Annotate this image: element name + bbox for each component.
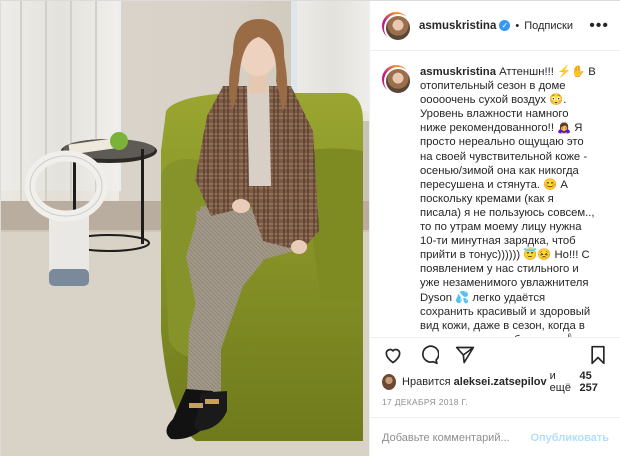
likes-middle: и ещё bbox=[549, 370, 571, 394]
verified-badge-icon: ✓ bbox=[499, 20, 511, 31]
post-header: asmuskristina ✓ • Подписки ••• bbox=[370, 1, 620, 51]
likes-summary: Нравится aleksei.zatsepilov и ещё 45 257 bbox=[370, 370, 620, 394]
caption-text: Аттеншн!!! ⚡✋ В отопительный сезон в дом… bbox=[420, 66, 596, 337]
photo-illustration bbox=[1, 1, 369, 456]
caption-avatar[interactable] bbox=[382, 65, 412, 95]
heart-icon[interactable] bbox=[382, 344, 404, 366]
post-details-panel: asmuskristina ✓ • Подписки ••• asmuskris… bbox=[369, 1, 620, 456]
publish-button[interactable]: Опубликовать bbox=[530, 432, 609, 444]
instagram-post: asmuskristina ✓ • Подписки ••• asmuskris… bbox=[0, 0, 620, 456]
likes-prefix: Нравится bbox=[402, 376, 451, 388]
following-button[interactable]: Подписки bbox=[524, 20, 573, 32]
likes-count[interactable]: 45 257 bbox=[579, 370, 609, 394]
liker-username[interactable]: aleksei.zatsepilov bbox=[454, 376, 547, 388]
caption-username[interactable]: asmuskristina bbox=[420, 66, 496, 78]
header-username[interactable]: asmuskristina bbox=[419, 20, 496, 32]
share-arrow-icon[interactable] bbox=[454, 344, 476, 366]
bookmark-icon[interactable] bbox=[587, 344, 609, 366]
post-photo[interactable] bbox=[1, 1, 369, 456]
post-caption: asmuskristina Аттеншн!!! ⚡✋ В отопительн… bbox=[370, 51, 620, 337]
comment-input[interactable] bbox=[382, 431, 531, 444]
more-options-icon[interactable]: ••• bbox=[589, 17, 609, 33]
caption-text-block: asmuskristina Аттеншн!!! ⚡✋ В отопительн… bbox=[420, 65, 596, 337]
action-bar bbox=[370, 337, 620, 371]
header-separator: • bbox=[515, 19, 520, 32]
avatar[interactable] bbox=[382, 11, 412, 42]
post-date[interactable]: 17 ДЕКАБРЯ 2018 Г. bbox=[370, 393, 620, 417]
comment-bubble-icon[interactable] bbox=[418, 344, 440, 366]
liker-avatar[interactable] bbox=[382, 374, 397, 390]
comment-composer: Опубликовать bbox=[370, 417, 620, 456]
